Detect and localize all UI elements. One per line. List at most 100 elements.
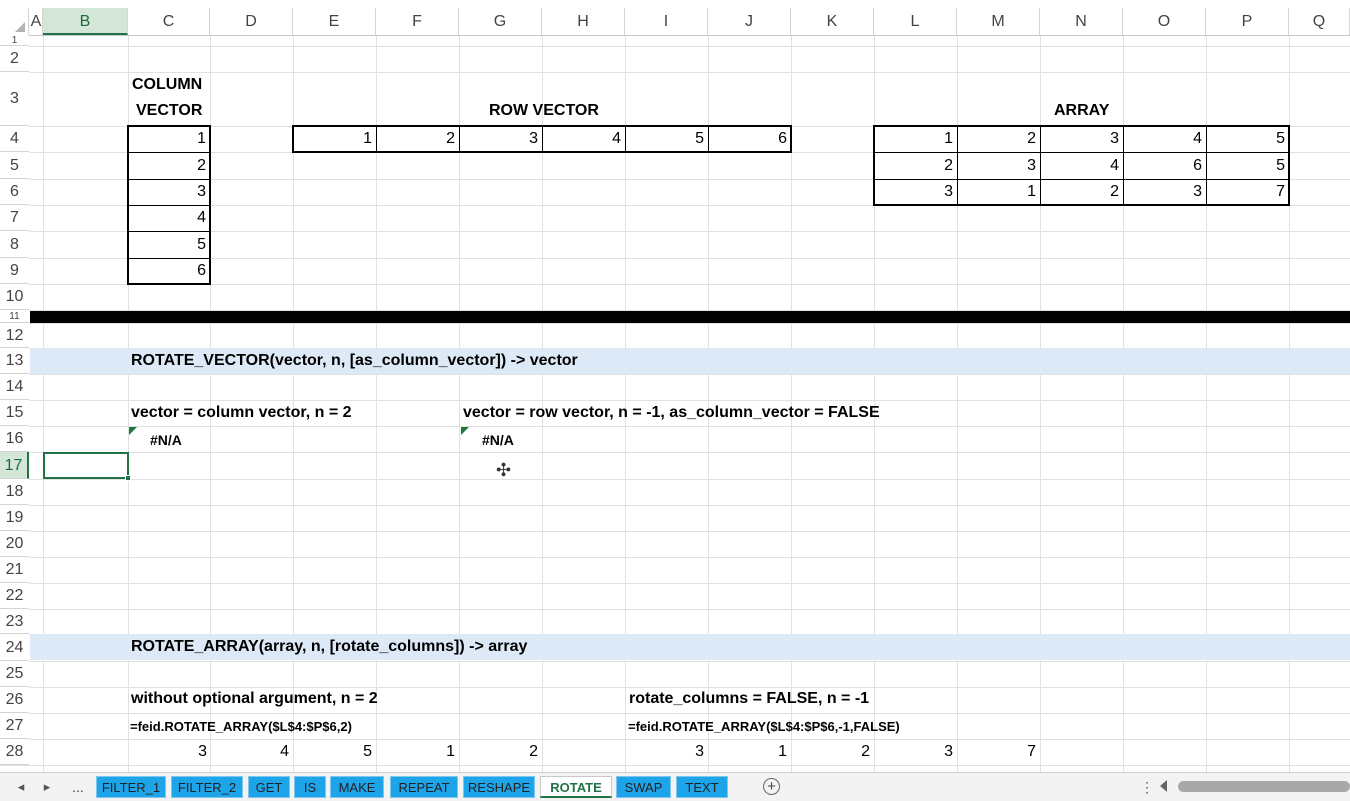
sheet-tab-get[interactable]: GET: [248, 776, 290, 798]
row-header-22[interactable]: 22: [0, 583, 29, 609]
column-header-f[interactable]: F: [376, 8, 459, 35]
row-header-18[interactable]: 18: [0, 479, 29, 505]
sheet-tab-filter-1[interactable]: FILTER_1: [96, 776, 166, 798]
column-header-g[interactable]: G: [459, 8, 542, 35]
column-header-i[interactable]: I: [625, 8, 708, 35]
tab-scroll-right-button[interactable]: ▸: [40, 777, 54, 797]
select-all-corner[interactable]: [0, 8, 29, 35]
row-header-23[interactable]: 23: [0, 609, 29, 634]
row-header-21[interactable]: 21: [0, 557, 29, 583]
array-cell[interactable]: 3: [957, 152, 1040, 179]
array-cell[interactable]: 2: [957, 126, 1040, 152]
column-vector-cell[interactable]: 1: [128, 126, 210, 152]
row-header-10[interactable]: 10: [0, 284, 29, 310]
column-header-k[interactable]: K: [791, 8, 874, 35]
array-cell[interactable]: 5: [1206, 152, 1289, 179]
array-cell[interactable]: 4: [1040, 152, 1123, 179]
column-vector-cell[interactable]: 3: [128, 179, 210, 205]
row-header-14[interactable]: 14: [0, 374, 29, 400]
add-sheet-button[interactable]: +: [763, 778, 780, 795]
column-header-c[interactable]: C: [128, 8, 210, 35]
row-header-24[interactable]: 24: [0, 634, 29, 661]
fill-handle[interactable]: [125, 475, 131, 481]
row-header-7[interactable]: 7: [0, 205, 29, 231]
sheet-tab-is[interactable]: IS: [294, 776, 326, 798]
row-vector-cell[interactable]: 2: [376, 126, 459, 152]
column-header-p[interactable]: P: [1206, 8, 1289, 35]
column-header-h[interactable]: H: [542, 8, 625, 35]
sheet-tab-swap[interactable]: SWAP: [616, 776, 671, 798]
column-vector-cell[interactable]: 5: [128, 231, 210, 258]
example3-result-cell[interactable]: 5: [293, 739, 376, 765]
row-vector-cell[interactable]: 6: [708, 126, 791, 152]
example4-result-cell[interactable]: 3: [874, 739, 957, 765]
column-header-j[interactable]: J: [708, 8, 791, 35]
row-header-12[interactable]: 12: [0, 323, 29, 348]
array-cell[interactable]: 1: [957, 179, 1040, 205]
row-vector-cell[interactable]: 1: [293, 126, 376, 152]
sheet-tab-repeat[interactable]: REPEAT: [390, 776, 458, 798]
tab-scroll-left-button[interactable]: ◂: [14, 777, 28, 797]
array-cell[interactable]: 7: [1206, 179, 1289, 205]
example4-result-cell[interactable]: 2: [791, 739, 874, 765]
horizontal-scroll-left-button[interactable]: [1160, 780, 1167, 792]
example3-result-cell[interactable]: 2: [459, 739, 542, 765]
array-cell[interactable]: 2: [1040, 179, 1123, 205]
sheet-tab-reshape[interactable]: RESHAPE: [463, 776, 535, 798]
example2-result[interactable]: #N/A: [482, 432, 514, 448]
array-cell[interactable]: 3: [1040, 126, 1123, 152]
row-header-11[interactable]: 11: [0, 310, 29, 323]
column-header-d[interactable]: D: [210, 8, 293, 35]
array-cell[interactable]: 1: [874, 126, 957, 152]
error-indicator-icon[interactable]: [461, 427, 469, 435]
row-header-13[interactable]: 13: [0, 348, 29, 374]
tab-more-button[interactable]: ...: [68, 777, 88, 797]
row-header-28[interactable]: 28: [0, 739, 29, 765]
row-vector-cell[interactable]: 4: [542, 126, 625, 152]
array-cell[interactable]: 5: [1206, 126, 1289, 152]
row-header-20[interactable]: 20: [0, 531, 29, 557]
column-vector-cell[interactable]: 4: [128, 205, 210, 231]
sheet-tab-rotate[interactable]: ROTATE: [540, 776, 612, 798]
column-header-l[interactable]: L: [874, 8, 957, 35]
example1-result[interactable]: #N/A: [150, 432, 182, 448]
example3-result-cell[interactable]: 1: [376, 739, 459, 765]
error-indicator-icon[interactable]: [129, 427, 137, 435]
column-header-e[interactable]: E: [293, 8, 376, 35]
example4-result-cell[interactable]: 7: [957, 739, 1040, 765]
row-vector-cell[interactable]: 5: [625, 126, 708, 152]
sheet-tab-text[interactable]: TEXT: [676, 776, 728, 798]
column-header-o[interactable]: O: [1123, 8, 1206, 35]
array-cell[interactable]: 4: [1123, 126, 1206, 152]
row-header-5[interactable]: 5: [0, 152, 29, 179]
example4-result-cell[interactable]: 3: [625, 739, 708, 765]
example3-result-cell[interactable]: 4: [210, 739, 293, 765]
row-header-3[interactable]: 3: [0, 72, 29, 126]
array-cell[interactable]: 6: [1123, 152, 1206, 179]
row-header-4[interactable]: 4: [0, 126, 29, 152]
column-vector-cell[interactable]: 6: [128, 258, 210, 284]
sheet-tab-make[interactable]: MAKE: [330, 776, 384, 798]
row-header-6[interactable]: 6: [0, 179, 29, 205]
example3-result-cell[interactable]: 3: [128, 739, 211, 765]
column-header-n[interactable]: N: [1040, 8, 1123, 35]
column-header-q[interactable]: Q: [1289, 8, 1350, 35]
row-header-16[interactable]: 16: [0, 426, 29, 452]
sheet-tab-filter-2[interactable]: FILTER_2: [171, 776, 243, 798]
tab-options-icon[interactable]: ⋮: [1140, 777, 1154, 797]
row-header-19[interactable]: 19: [0, 505, 29, 531]
row-header-9[interactable]: 9: [0, 258, 29, 284]
column-header-b[interactable]: B: [43, 8, 128, 35]
row-header-26[interactable]: 26: [0, 687, 29, 713]
column-header-a[interactable]: A: [30, 8, 43, 35]
array-cell[interactable]: 2: [874, 152, 957, 179]
horizontal-scrollbar-thumb[interactable]: [1178, 781, 1350, 792]
row-header-15[interactable]: 15: [0, 400, 29, 426]
column-vector-cell[interactable]: 2: [128, 152, 210, 179]
row-header-1[interactable]: 1: [0, 35, 29, 46]
row-header-17[interactable]: 17: [0, 452, 29, 479]
column-header-m[interactable]: M: [957, 8, 1040, 35]
row-header-27[interactable]: 27: [0, 713, 29, 739]
row-header-8[interactable]: 8: [0, 231, 29, 258]
array-cell[interactable]: 3: [1123, 179, 1206, 205]
